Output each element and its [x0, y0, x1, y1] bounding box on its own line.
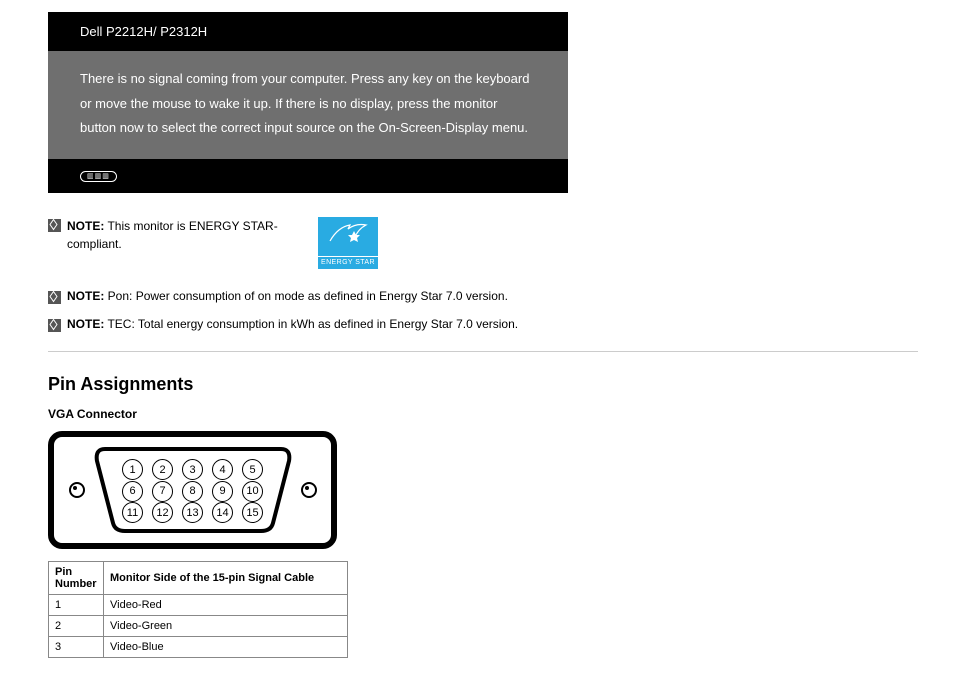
table-header-row: Pin Number Monitor Side of the 15-pin Si… — [49, 562, 348, 595]
vga-pin: 7 — [152, 481, 173, 502]
note-energystar-text: NOTE: This monitor is ENERGY STAR-compli… — [67, 217, 318, 253]
osd-footer: ▥▥▥ — [48, 159, 568, 193]
table-cell: 3 — [49, 637, 104, 658]
table-cell: Video-Green — [104, 616, 348, 637]
energy-star-badge: ENERGY STAR — [318, 217, 378, 269]
table-cell: Video-Red — [104, 595, 348, 616]
vga-badge-icon: ▥▥▥ — [80, 171, 117, 182]
section-divider — [48, 351, 918, 352]
vga-pin: 5 — [242, 459, 263, 480]
note-icon — [48, 291, 61, 304]
note-energystar-row: NOTE: This monitor is ENERGY STAR-compli… — [48, 217, 918, 269]
table-cell: 1 — [49, 595, 104, 616]
vga-connector-diagram: 1 2 3 4 5 6 7 8 9 10 11 12 13 14 — [48, 431, 337, 549]
vga-pin: 13 — [182, 502, 203, 523]
vga-pin: 8 — [182, 481, 203, 502]
vga-screw-left-icon — [69, 482, 85, 498]
vga-pin-row-1: 1 2 3 4 5 — [122, 459, 263, 480]
vga-pin: 11 — [122, 502, 143, 523]
note-prefix: NOTE: — [67, 289, 104, 303]
note-prefix: NOTE: — [67, 219, 104, 233]
vga-pin: 14 — [212, 502, 233, 523]
table-header-cell: Pin Number — [49, 562, 104, 595]
vga-pin: 4 — [212, 459, 233, 480]
table-row: 2 Video-Green — [49, 616, 348, 637]
note-pon-row: NOTE: Pon: Power consumption of on mode … — [48, 287, 918, 305]
vga-pin-row-3: 11 12 13 14 15 — [122, 502, 263, 523]
note-prefix: NOTE: — [67, 317, 104, 331]
note-icon — [48, 319, 61, 332]
osd-header: Dell P2212H/ P2312H — [48, 12, 568, 51]
note-tec-text: NOTE: TEC: Total energy consumption in k… — [67, 315, 918, 333]
vga-pin: 2 — [152, 459, 173, 480]
note-tec-row: NOTE: TEC: Total energy consumption in k… — [48, 315, 918, 333]
table-cell: 2 — [49, 616, 104, 637]
table-header-cell: Monitor Side of the 15-pin Signal Cable — [104, 562, 348, 595]
energy-star-label: ENERGY STAR — [318, 256, 378, 269]
vga-pin: 1 — [122, 459, 143, 480]
table-cell: Video-Blue — [104, 637, 348, 658]
vga-pin: 12 — [152, 502, 173, 523]
osd-body-text: There is no signal coming from your comp… — [48, 51, 568, 159]
note-icon — [48, 219, 61, 232]
vga-screw-right-icon — [301, 482, 317, 498]
vga-pin: 15 — [242, 502, 263, 523]
section-title: Pin Assignments — [48, 374, 906, 395]
vga-pin: 3 — [182, 459, 203, 480]
energy-star-icon — [328, 221, 368, 251]
vga-subheading: VGA Connector — [48, 407, 906, 421]
vga-trapezoid: 1 2 3 4 5 6 7 8 9 10 11 12 13 14 — [93, 447, 293, 533]
vga-pin-table: Pin Number Monitor Side of the 15-pin Si… — [48, 561, 348, 658]
vga-pin: 10 — [242, 481, 263, 502]
vga-pin: 9 — [212, 481, 233, 502]
vga-pin: 6 — [122, 481, 143, 502]
vga-pin-row-2: 6 7 8 9 10 — [122, 481, 263, 502]
osd-message-box: Dell P2212H/ P2312H There is no signal c… — [48, 12, 568, 193]
table-row: 3 Video-Blue — [49, 637, 348, 658]
table-row: 1 Video-Red — [49, 595, 348, 616]
note-pon-text: NOTE: Pon: Power consumption of on mode … — [67, 287, 918, 305]
